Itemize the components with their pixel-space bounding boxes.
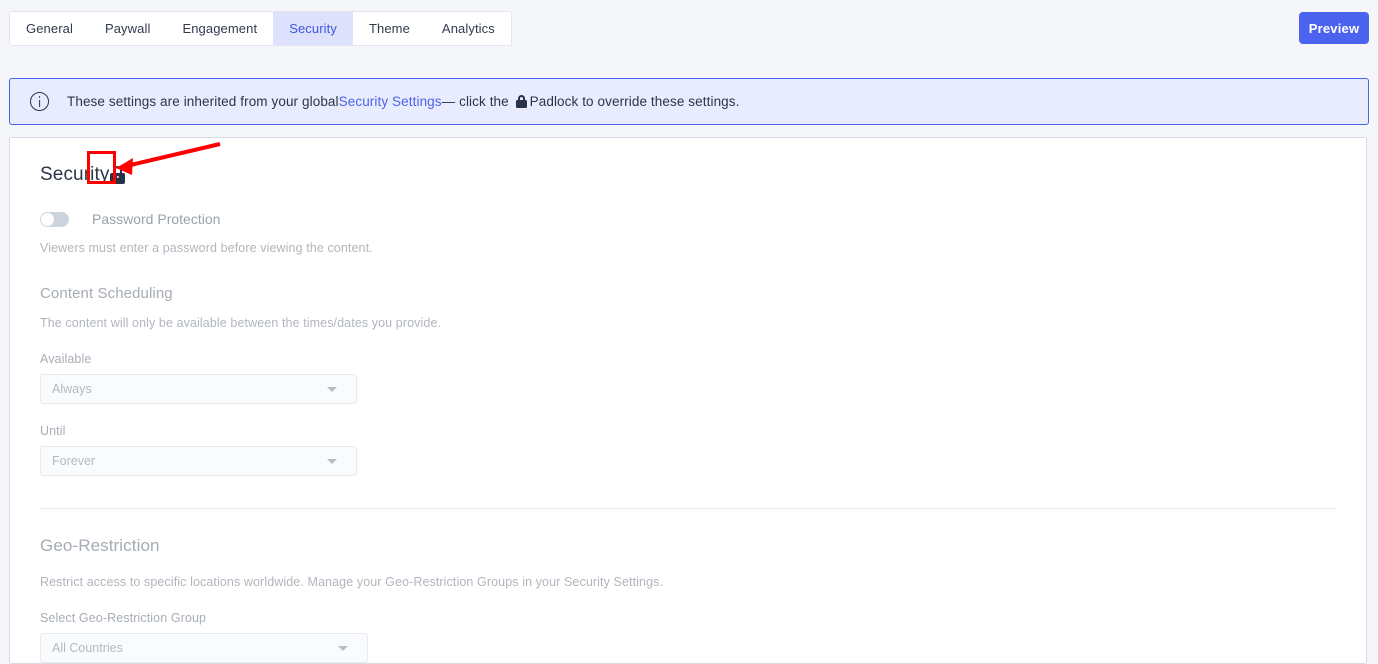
geo-restriction-heading: Geo-Restriction xyxy=(40,536,160,555)
geo-restriction-group-value: All Countries xyxy=(52,641,123,655)
info-circle-icon xyxy=(30,92,49,111)
settings-tab-bar: General Paywall Engagement Security Them… xyxy=(9,11,512,46)
tab-analytics[interactable]: Analytics xyxy=(425,12,511,45)
tab-theme[interactable]: Theme xyxy=(352,12,426,45)
until-select[interactable]: Forever xyxy=(40,446,357,476)
password-protection-help: Viewers must enter a password before vie… xyxy=(40,241,373,255)
password-protection-row: Password Protection xyxy=(40,208,1336,230)
security-settings-card: Security Password Protection Viewers mus… xyxy=(9,137,1367,664)
password-protection-toggle[interactable] xyxy=(40,211,69,227)
toggle-knob xyxy=(41,212,54,226)
security-settings-link[interactable]: Security Settings xyxy=(339,94,442,109)
chevron-down-icon xyxy=(338,646,348,651)
banner-text-end: Padlock to override these settings. xyxy=(529,94,740,109)
until-label: Until xyxy=(40,424,66,438)
security-heading-row: Security xyxy=(40,160,1336,190)
chevron-down-icon xyxy=(327,459,337,464)
padlock-icon xyxy=(515,95,527,108)
until-select-value: Forever xyxy=(52,454,96,468)
tab-paywall[interactable]: Paywall xyxy=(88,12,167,45)
available-select-value: Always xyxy=(52,382,92,396)
banner-text-after-link: — click the xyxy=(441,94,509,109)
chevron-down-icon xyxy=(327,387,337,392)
preview-button[interactable]: Preview xyxy=(1299,12,1369,44)
available-label: Available xyxy=(40,352,92,366)
geo-restriction-group-label: Select Geo-Restriction Group xyxy=(40,611,207,625)
banner-message: These settings are inherited from your g… xyxy=(67,94,740,109)
top-toolbar: General Paywall Engagement Security Them… xyxy=(0,0,1378,57)
banner-text-before-link: These settings are inherited from your g… xyxy=(67,94,339,109)
padlock-icon[interactable] xyxy=(110,166,126,184)
content-scheduling-heading: Content Scheduling xyxy=(40,285,173,302)
geo-restriction-group-select[interactable]: All Countries xyxy=(40,633,368,663)
inherited-settings-banner: These settings are inherited from your g… xyxy=(9,78,1369,125)
tab-engagement-label: Engagement xyxy=(182,21,258,36)
geo-restriction-help: Restrict access to specific locations wo… xyxy=(40,575,664,589)
available-select[interactable]: Always xyxy=(40,374,357,404)
content-scheduling-help: The content will only be available betwe… xyxy=(40,316,442,330)
tab-engagement[interactable]: Engagement xyxy=(166,12,274,45)
tab-analytics-label: Analytics xyxy=(441,21,495,36)
tab-security[interactable]: Security xyxy=(273,12,353,45)
section-divider xyxy=(40,508,1336,509)
password-protection-label: Password Protection xyxy=(92,211,221,227)
tab-security-label: Security xyxy=(289,21,337,36)
tab-paywall-label: Paywall xyxy=(104,21,151,36)
tab-theme-label: Theme xyxy=(368,21,410,36)
tab-general[interactable]: General xyxy=(10,12,89,45)
tab-general-label: General xyxy=(26,21,73,36)
page-title: Security xyxy=(40,164,110,185)
